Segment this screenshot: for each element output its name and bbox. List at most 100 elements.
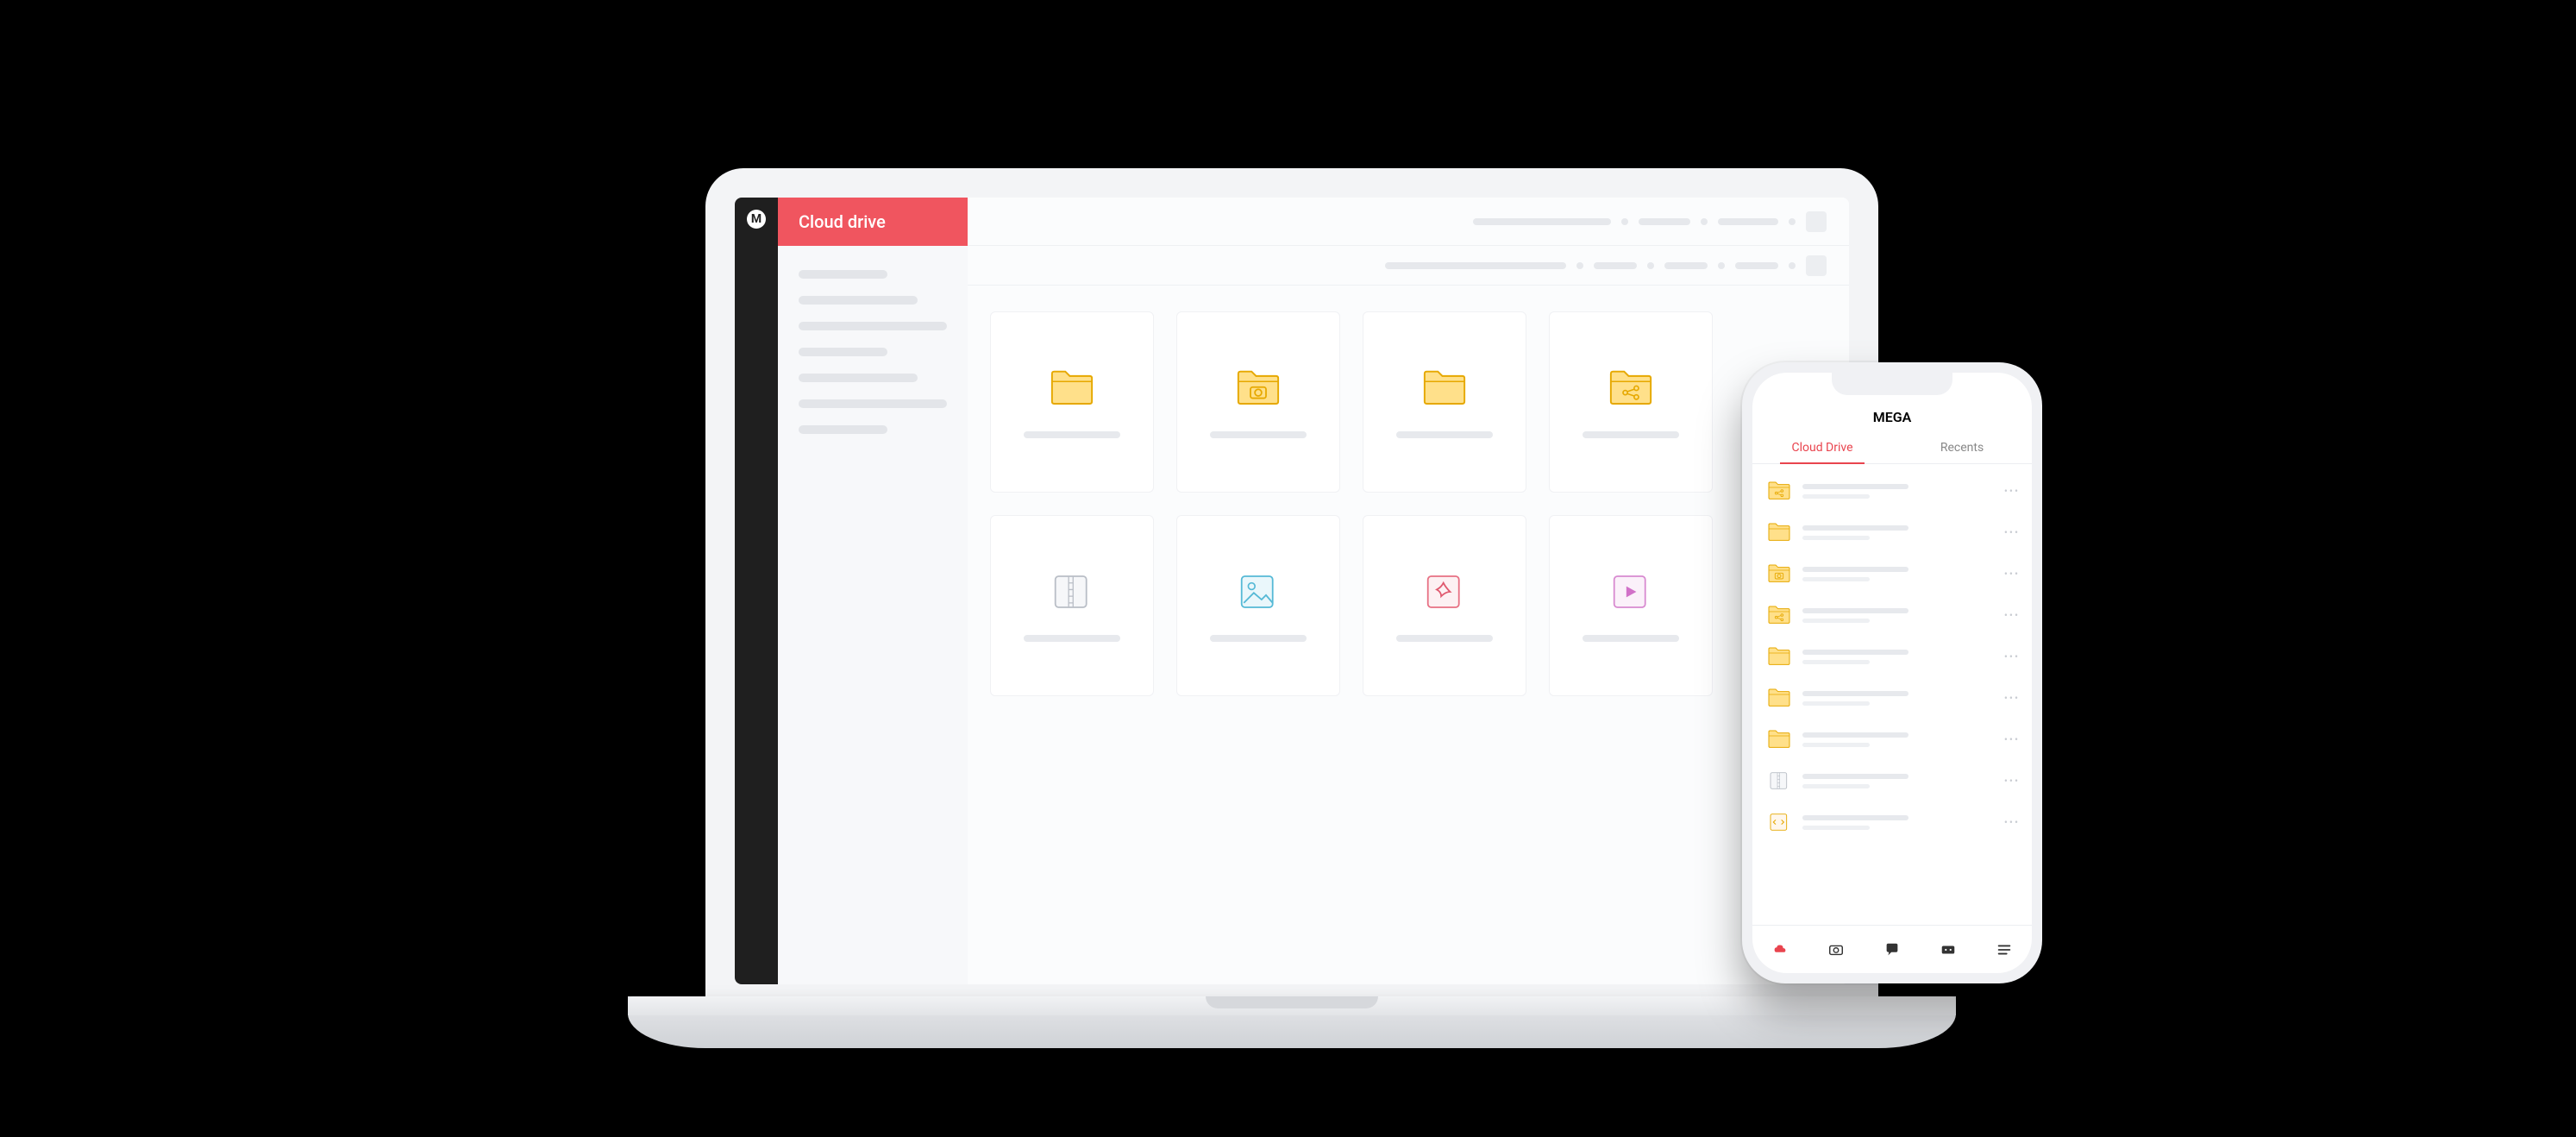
- nav-camera-icon[interactable]: [1827, 940, 1846, 959]
- list-item[interactable]: •••: [1764, 514, 2020, 550]
- file-archive-icon: [1049, 569, 1095, 614]
- sidebar-item[interactable]: [799, 296, 918, 305]
- list-item[interactable]: •••: [1764, 721, 2020, 757]
- folder-icon: [1764, 519, 1794, 545]
- mobile-bottom-nav: [1752, 925, 2032, 973]
- toolbar-separator-icon: [1789, 218, 1796, 225]
- sidebar-column: Cloud drive: [778, 198, 968, 984]
- section-title: Cloud drive: [799, 211, 886, 232]
- sidebar-item[interactable]: [799, 399, 947, 408]
- more-icon[interactable]: •••: [2004, 692, 2020, 704]
- folder-share-icon: [1608, 366, 1654, 411]
- folder-icon: [1764, 644, 1794, 669]
- list-item[interactable]: •••: [1764, 556, 2020, 592]
- mobile-tab[interactable]: Recents: [1892, 432, 2032, 463]
- folder-share-icon: [1764, 602, 1794, 628]
- folder-tile[interactable]: [990, 311, 1154, 493]
- list-item-text: [1802, 650, 1996, 664]
- list-item-text: [1802, 525, 1996, 540]
- list-item-text: [1802, 484, 1996, 499]
- folder-tile[interactable]: [1549, 311, 1713, 493]
- nav-chat-icon[interactable]: [1883, 940, 1902, 959]
- mobile-tab[interactable]: Cloud Drive: [1752, 432, 1892, 463]
- more-icon[interactable]: •••: [2004, 733, 2020, 745]
- list-item[interactable]: •••: [1764, 597, 2020, 633]
- toolbar-placeholder: [1639, 218, 1690, 225]
- list-item-text: [1802, 815, 1996, 830]
- more-icon[interactable]: •••: [2004, 816, 2020, 828]
- folder-icon: [1764, 726, 1794, 752]
- file-image-icon: [1235, 569, 1282, 614]
- sidebar-item[interactable]: [799, 425, 887, 434]
- breadcrumb-bar: [968, 246, 1849, 286]
- sort-button[interactable]: [1806, 255, 1827, 276]
- nav-shared-icon[interactable]: [1939, 940, 1958, 959]
- list-item[interactable]: •••: [1764, 680, 2020, 716]
- nav-cloud-icon[interactable]: [1771, 940, 1789, 959]
- toolbar-separator-icon: [1621, 218, 1628, 225]
- tile-name-placeholder: [1583, 431, 1680, 438]
- folder-share-icon: [1764, 478, 1794, 504]
- tile-name-placeholder: [1396, 431, 1494, 438]
- list-item[interactable]: •••: [1764, 638, 2020, 675]
- more-icon[interactable]: •••: [2004, 485, 2020, 497]
- file-grid: [968, 286, 1849, 722]
- file-tile[interactable]: [1549, 515, 1713, 696]
- mobile-app: MEGA Cloud DriveRecents ••• ••• •••: [1752, 373, 2032, 973]
- list-item-text: [1802, 774, 1996, 788]
- app-logo-icon[interactable]: M: [747, 210, 766, 229]
- list-item-text: [1802, 608, 1996, 623]
- breadcrumb-placeholder: [1664, 262, 1708, 269]
- file-tile[interactable]: [1363, 515, 1526, 696]
- folder-plain-icon: [1049, 366, 1095, 411]
- more-icon[interactable]: •••: [2004, 775, 2020, 787]
- phone-bezel: MEGA Cloud DriveRecents ••• ••• •••: [1742, 362, 2042, 983]
- more-icon[interactable]: •••: [2004, 609, 2020, 621]
- folder-tile[interactable]: [1176, 311, 1340, 493]
- file-pdf-icon: [1421, 569, 1468, 614]
- toolbar-placeholder: [1718, 218, 1778, 225]
- breadcrumb-placeholder: [1594, 262, 1637, 269]
- file-code-icon: [1764, 809, 1794, 835]
- sidebar-item[interactable]: [799, 374, 918, 382]
- sidebar-item[interactable]: [799, 348, 887, 356]
- list-item[interactable]: •••: [1764, 804, 2020, 840]
- breadcrumb-separator-icon: [1789, 262, 1796, 269]
- breadcrumb-separator-icon: [1576, 262, 1583, 269]
- more-icon[interactable]: •••: [2004, 568, 2020, 580]
- sidebar-item[interactable]: [799, 322, 947, 330]
- mobile-app-title: MEGA: [1752, 404, 2032, 432]
- laptop-base: [628, 996, 1956, 1048]
- toolbar-separator-icon: [1701, 218, 1708, 225]
- breadcrumb-placeholder: [1735, 262, 1778, 269]
- file-archive-icon: [1764, 768, 1794, 794]
- folder-camera-icon: [1764, 561, 1794, 587]
- phone-notch: [1752, 373, 2032, 404]
- tile-name-placeholder: [1024, 635, 1121, 642]
- list-item[interactable]: •••: [1764, 763, 2020, 799]
- folder-icon: [1764, 685, 1794, 711]
- toolbar-placeholder: [1473, 218, 1611, 225]
- tile-name-placeholder: [1024, 431, 1121, 438]
- file-video-icon: [1608, 569, 1654, 614]
- list-item-text: [1802, 567, 1996, 581]
- folder-tile[interactable]: [1363, 311, 1526, 493]
- breadcrumb-separator-icon: [1718, 262, 1725, 269]
- sidebar-nav: [778, 246, 968, 458]
- view-toggle-button[interactable]: [1806, 211, 1827, 232]
- mobile-tab-bar: Cloud DriveRecents: [1752, 432, 2032, 464]
- toolbar: [968, 198, 1849, 246]
- more-icon[interactable]: •••: [2004, 650, 2020, 663]
- list-item-text: [1802, 732, 1996, 747]
- sidebar-item[interactable]: [799, 270, 887, 279]
- breadcrumb-separator-icon: [1647, 262, 1654, 269]
- file-tile[interactable]: [990, 515, 1154, 696]
- tile-name-placeholder: [1210, 635, 1307, 642]
- desktop-app: M Cloud drive: [735, 198, 1849, 984]
- file-tile[interactable]: [1176, 515, 1340, 696]
- more-icon[interactable]: •••: [2004, 526, 2020, 538]
- list-item-text: [1802, 691, 1996, 706]
- nav-menu-icon[interactable]: [1995, 940, 2014, 959]
- list-item[interactable]: •••: [1764, 473, 2020, 509]
- breadcrumb-placeholder: [1385, 262, 1566, 269]
